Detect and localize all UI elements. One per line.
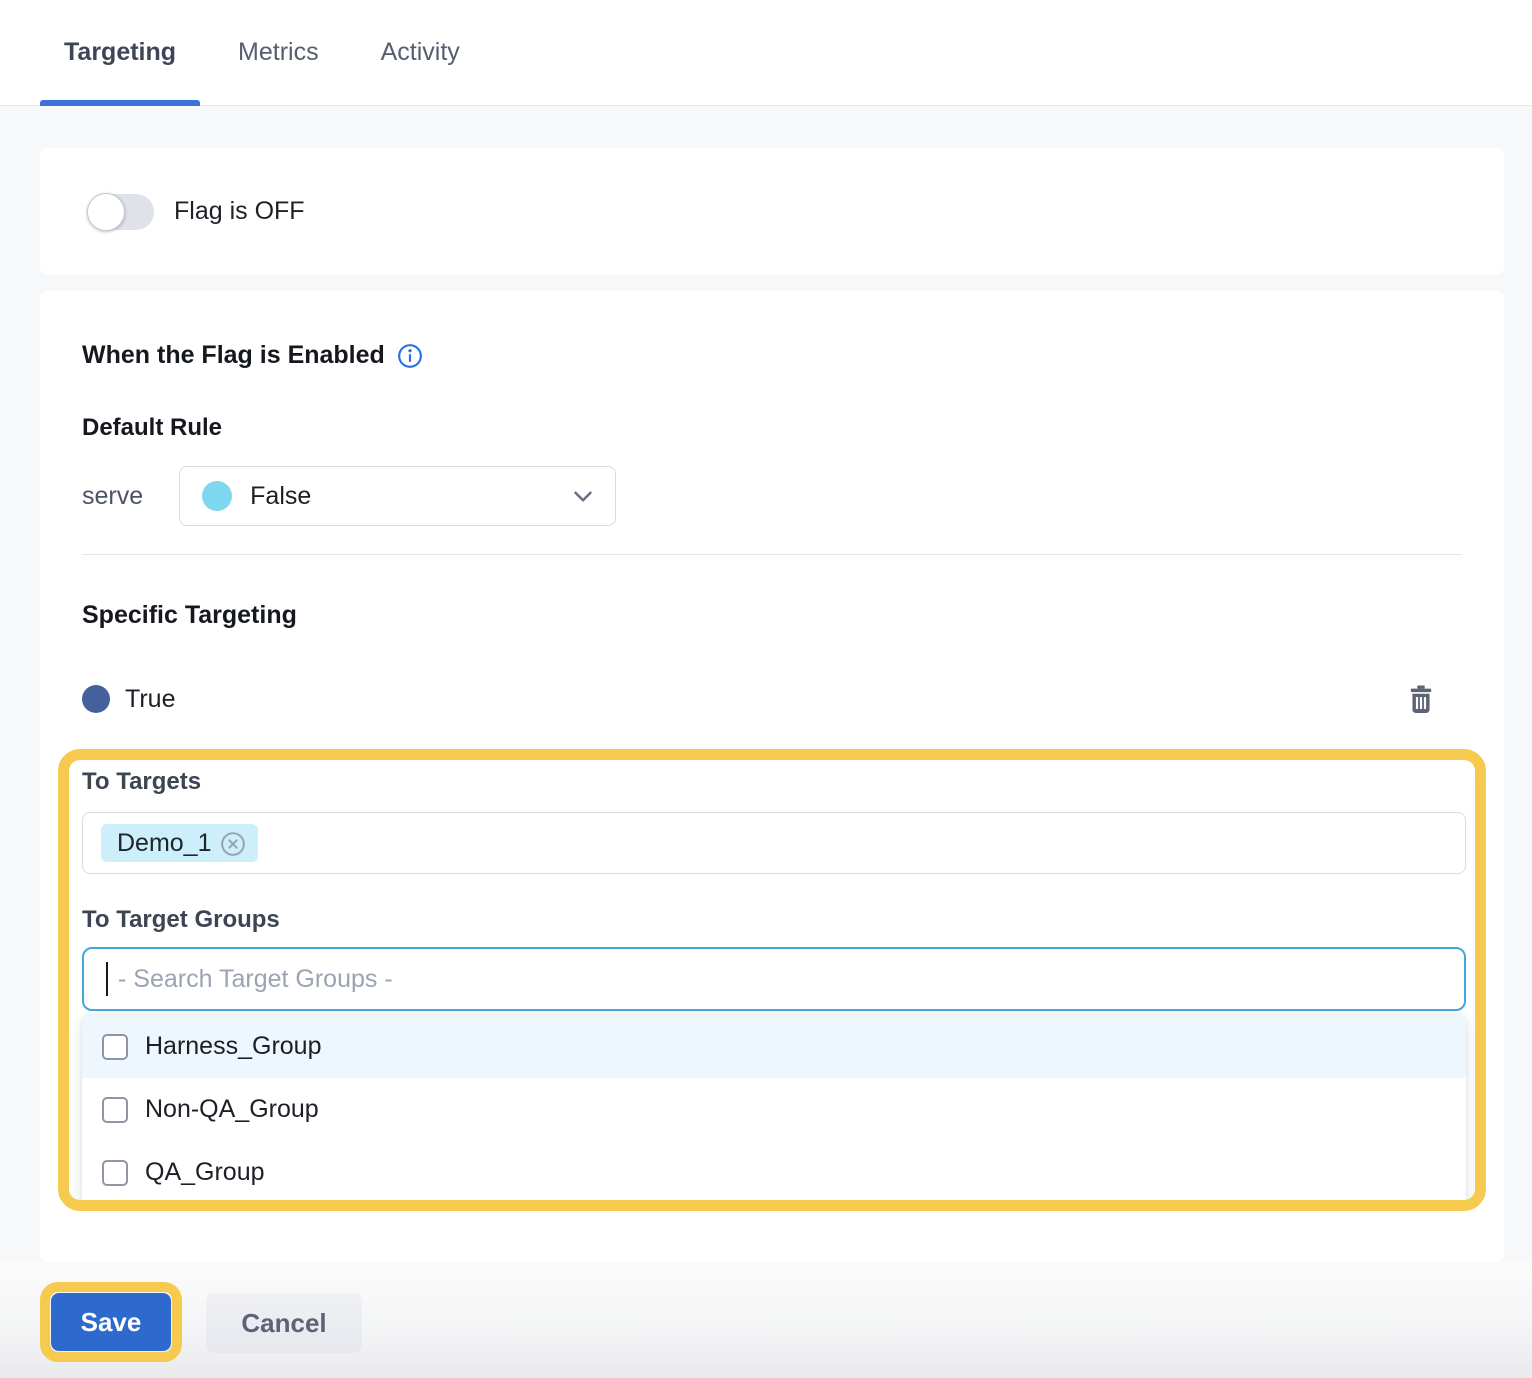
specific-targeting-title: Specific Targeting [82,601,1462,630]
to-targets-label: To Targets [82,768,1466,796]
tab-label: Metrics [238,38,319,67]
flag-toggle-knob [87,193,125,231]
option-label: Non-QA_Group [145,1095,319,1124]
target-groups-search-input[interactable] [82,947,1466,1011]
default-variation-select[interactable]: False [179,466,616,526]
target-chip-label: Demo_1 [117,829,212,858]
tab-activity[interactable]: Activity [381,0,460,106]
info-icon[interactable] [397,343,423,369]
option-label: QA_Group [145,1158,265,1187]
flag-state-label: Flag is OFF [174,197,305,226]
variation-label: True [125,685,175,714]
delete-rule-trash-icon[interactable] [1408,684,1434,714]
dropdown-option[interactable]: Non-QA_Group [82,1078,1466,1141]
variation-color-dot [82,685,110,713]
default-rule-title: Default Rule [82,414,1462,442]
tab-metrics[interactable]: Metrics [238,0,319,106]
text-cursor [106,962,108,996]
tab-label: Activity [381,38,460,67]
to-target-groups-label: To Target Groups [82,906,1466,934]
checkbox[interactable] [102,1034,128,1060]
save-highlight-ring: Save [40,1282,182,1362]
tab-label: Targeting [64,38,176,67]
save-button[interactable]: Save [51,1293,171,1351]
targeting-highlight-box: To Targets Demo_1 To Target Groups [58,749,1486,1211]
target-chip: Demo_1 [101,824,258,862]
chip-remove-icon[interactable] [220,831,246,857]
flag-toggle[interactable] [88,194,154,230]
option-label: Harness_Group [145,1032,321,1061]
targets-input[interactable]: Demo_1 [82,812,1466,874]
flag-state-card: Flag is OFF [40,148,1504,275]
variation-rule-row: True [82,684,1462,714]
section-divider [82,554,1462,555]
footer-actions: Save Cancel [0,1262,1532,1378]
variation-color-dot [202,481,232,511]
serve-label: serve [82,482,143,511]
targeting-rules-card: When the Flag is Enabled Default Rule se… [40,291,1504,1262]
dropdown-option[interactable]: Harness_Group [82,1015,1466,1078]
card-heading: When the Flag is Enabled [82,341,385,370]
tab-bar: Targeting Metrics Activity [0,0,1532,106]
selected-variation-label: False [250,482,311,511]
page-content: Flag is OFF When the Flag is Enabled Def… [0,106,1532,1262]
cancel-button[interactable]: Cancel [206,1293,362,1353]
dropdown-option[interactable]: QA_Group [82,1141,1466,1204]
chevron-down-icon [573,490,593,503]
tab-targeting[interactable]: Targeting [64,0,176,106]
checkbox[interactable] [102,1160,128,1186]
checkbox[interactable] [102,1097,128,1123]
active-tab-underline [40,100,200,106]
target-groups-dropdown: Harness_Group Non-QA_Group QA_Group [82,1015,1466,1204]
